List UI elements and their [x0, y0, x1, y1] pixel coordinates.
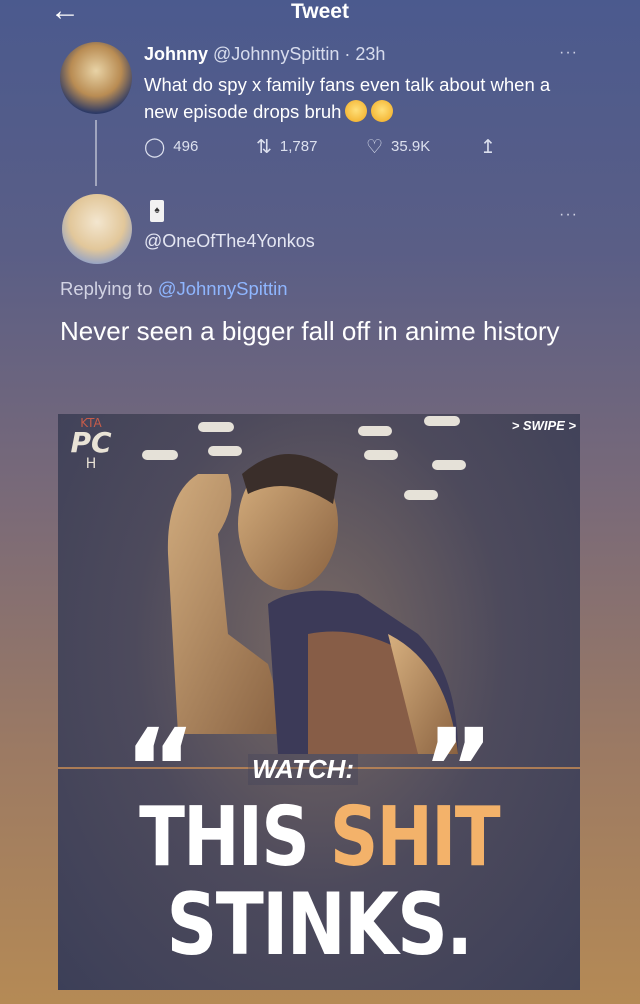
- avatar[interactable]: [62, 194, 132, 264]
- more-options-button[interactable]: ···: [559, 44, 578, 62]
- share-icon: ↥: [480, 137, 496, 158]
- share-button[interactable]: ↥: [480, 136, 504, 159]
- top-bar: ← Tweet: [0, 0, 640, 28]
- watch-label: WATCH:: [248, 754, 359, 785]
- crying-emoji-icon: [345, 100, 368, 122]
- like-button[interactable]: ♡ 35.9K: [366, 136, 430, 159]
- heart-icon: ♡: [366, 137, 384, 158]
- tweet-time: · 23h: [344, 44, 386, 64]
- swipe-label: > SWIPE >: [511, 418, 576, 433]
- tweet-media-image[interactable]: KTA PC H > SWIPE > “ ” WATCH: THIS SHIT …: [58, 414, 580, 990]
- card-badge-icon: ♠: [150, 200, 164, 222]
- reply-button[interactable]: ◯ 496: [144, 136, 198, 159]
- replying-prefix: Replying to: [60, 278, 153, 299]
- replying-mention-link[interactable]: @JohnnySpittin: [158, 278, 288, 299]
- headline-line-2: STINKS.: [166, 875, 474, 975]
- like-count: 35.9K: [391, 138, 431, 155]
- author-name[interactable]: Johnny: [144, 44, 208, 64]
- replying-to: Replying to @JohnnySpittin: [60, 278, 288, 300]
- retweet-button[interactable]: ⇅ 1,787: [256, 136, 317, 159]
- reply-author-handle[interactable]: @OneOfThe4Yonkos: [144, 231, 315, 252]
- retweet-count: 1,787: [279, 138, 318, 155]
- retweet-icon: ⇅: [256, 137, 272, 158]
- crying-emoji-icon: [371, 100, 394, 122]
- reply-count: 496: [173, 138, 199, 155]
- tweet-text: What do spy x family fans even talk abou…: [144, 71, 574, 125]
- arena-light: [198, 422, 234, 432]
- tweet-header: Johnny @JohnnySpittin · 23h: [144, 44, 385, 65]
- brand-logo: KTA PC H: [70, 416, 112, 472]
- arena-light: [424, 416, 460, 426]
- author-handle[interactable]: @JohnnySpittin: [213, 44, 339, 64]
- reply-body: Never seen a bigger fall off in anime hi…: [60, 316, 560, 346]
- page-title: Tweet: [291, 0, 349, 23]
- headline-line-1: THIS SHIT: [139, 790, 500, 885]
- more-options-button[interactable]: ···: [559, 206, 578, 224]
- avatar[interactable]: [60, 42, 132, 114]
- thread-connector: [95, 120, 97, 186]
- comment-icon: ◯: [144, 137, 166, 158]
